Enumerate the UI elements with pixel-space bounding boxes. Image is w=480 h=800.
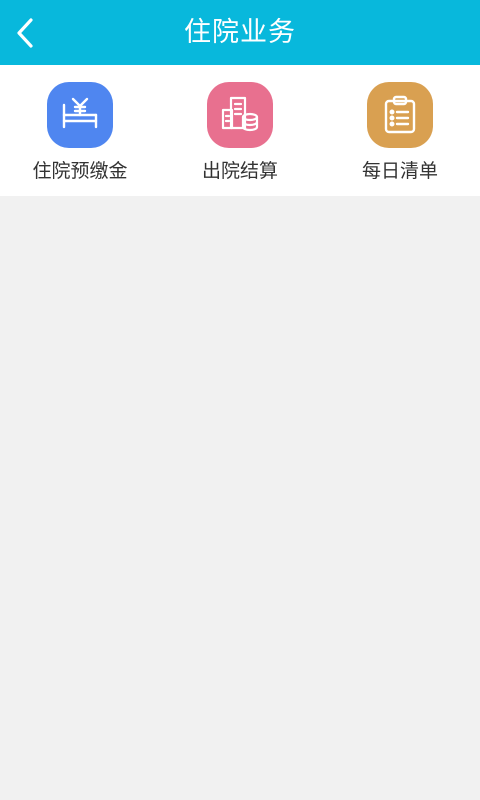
deposit-icon-tile <box>47 82 113 148</box>
app-header: 住院业务 <box>0 0 480 65</box>
menu-item-deposit[interactable]: 住院预缴金 <box>0 65 160 196</box>
page-title: 住院业务 <box>184 17 296 48</box>
menu-item-label: 每日清单 <box>361 160 438 182</box>
building-coins-icon <box>221 96 259 132</box>
discharge-icon-tile <box>207 82 273 148</box>
menu-item-label: 住院预缴金 <box>32 160 128 182</box>
menu-item-discharge[interactable]: 出院结算 <box>160 65 320 196</box>
clipboard-list-icon <box>384 95 416 134</box>
menu-item-daily-list[interactable]: 每日清单 <box>320 65 480 196</box>
daily-list-icon-tile <box>367 82 433 148</box>
bed-yen-icon <box>62 97 98 129</box>
content-area <box>0 196 480 800</box>
service-menu: 住院预缴金 出院结算 每日清单 <box>0 65 480 196</box>
menu-item-label: 出院结算 <box>201 160 278 182</box>
